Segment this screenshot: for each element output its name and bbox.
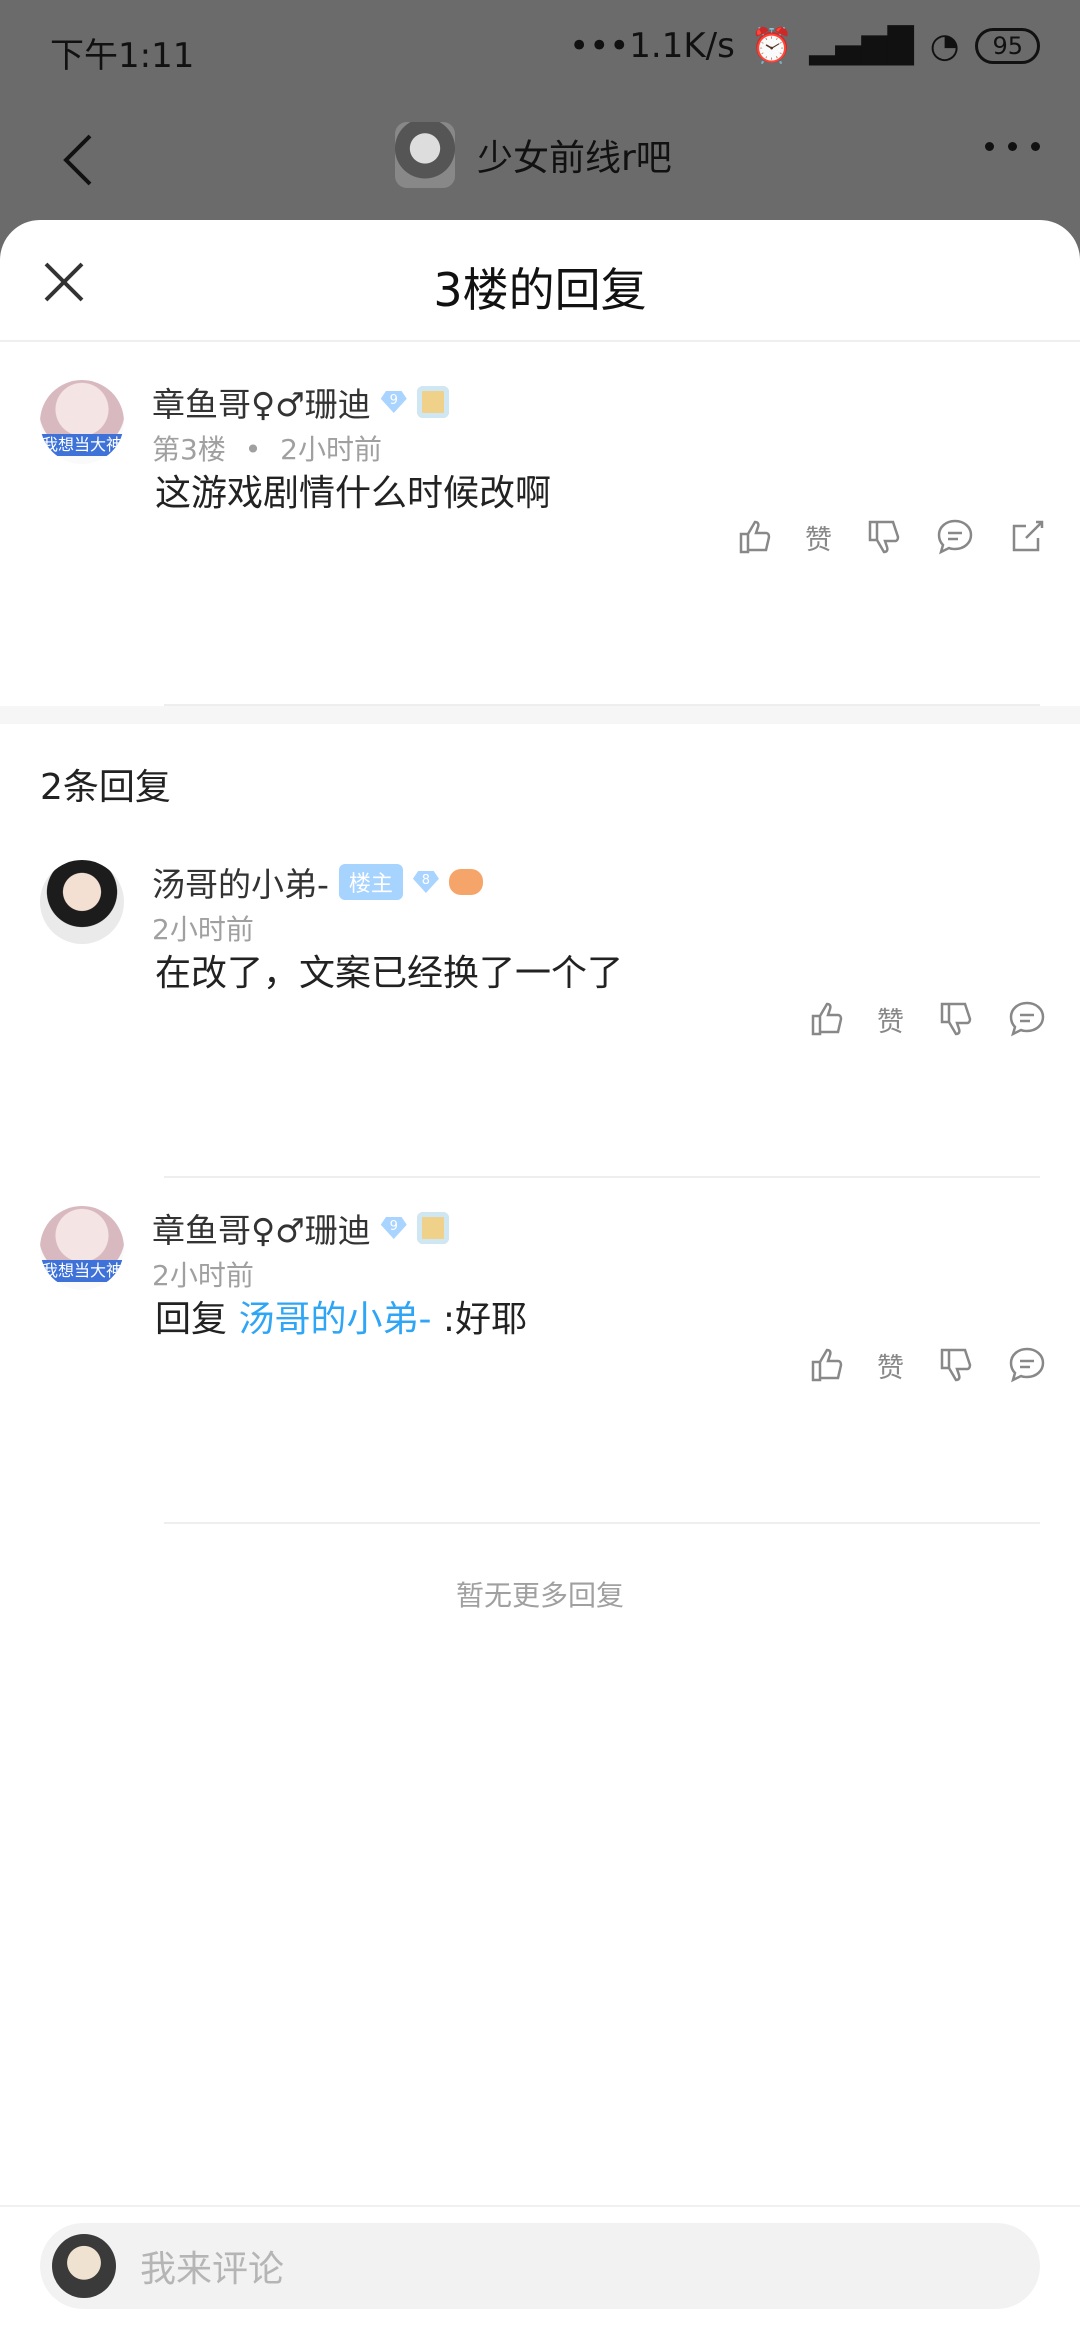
reply-content: 回复 汤哥的小弟- :好耶 — [155, 1299, 528, 1340]
like-icon[interactable] — [805, 1344, 847, 1386]
forum-avatar — [395, 122, 455, 188]
alarm-icon: ⏰ — [750, 26, 794, 66]
post-time: 2小时前 — [152, 1259, 254, 1292]
username[interactable]: 汤哥的小弟- — [152, 858, 329, 906]
forum-header: 少女前线r吧 — [0, 100, 1080, 215]
forum-title[interactable]: 少女前线r吧 — [395, 122, 672, 188]
comment-icon[interactable] — [1006, 1344, 1048, 1386]
like-label[interactable]: 赞 — [877, 1346, 904, 1385]
mention-link[interactable]: 汤哥的小弟- — [238, 1299, 431, 1340]
like-label[interactable]: 赞 — [877, 1000, 904, 1039]
avatar-banner: 我想当大神 — [40, 434, 124, 456]
dislike-icon[interactable] — [934, 998, 976, 1040]
comment-icon[interactable] — [1006, 998, 1048, 1040]
post-actions: 赞 — [733, 516, 1048, 558]
level-badge-icon: 9 — [380, 391, 407, 413]
back-icon[interactable] — [52, 130, 112, 190]
signal-icon: ▂▄▆█ — [809, 26, 914, 66]
section-gap — [0, 706, 1080, 724]
forum-name: 少女前线r吧 — [477, 138, 672, 179]
reply-actions: 赞 — [805, 998, 1048, 1040]
reply-sheet: 3楼的回复 我想当大神 章鱼哥♀♂珊迪 9 第3楼 • 2小时前 这游戏剧情什么… — [0, 220, 1080, 2340]
no-more-replies: 暂无更多回复 — [455, 1579, 624, 1612]
reply-item: 我想当大神 章鱼哥♀♂珊迪 9 2小时前 回复 汤哥的小弟- :好耶 赞 — [0, 1186, 1080, 1416]
like-label[interactable]: 赞 — [805, 518, 832, 557]
comment-placeholder: 我来评论 — [140, 2249, 285, 2290]
wifi-icon: ◔ — [929, 26, 960, 66]
more-icon[interactable] — [985, 142, 1040, 151]
divider — [164, 1176, 1040, 1178]
dislike-icon[interactable] — [934, 1344, 976, 1386]
floor-number: 第3楼 — [152, 433, 226, 466]
divider — [164, 1522, 1040, 1524]
comment-bar: 我来评论 — [0, 2205, 1080, 2340]
medal-icon — [416, 386, 449, 418]
owner-tag: 楼主 — [338, 864, 403, 900]
battery-indicator: 95 — [975, 28, 1040, 64]
avatar-banner: 我想当大神 — [40, 1260, 124, 1282]
reply-content: 在改了，文案已经换了一个了 — [155, 953, 624, 994]
username-row: 章鱼哥♀♂珊迪 9 — [152, 378, 449, 426]
level-badge-icon: 9 — [380, 1217, 407, 1239]
game-badge-icon — [448, 869, 483, 895]
like-icon[interactable] — [733, 516, 775, 558]
comment-icon[interactable] — [934, 516, 976, 558]
username[interactable]: 章鱼哥♀♂珊迪 — [152, 1204, 371, 1252]
like-icon[interactable] — [805, 998, 847, 1040]
replies-count-title: 2条回复 — [40, 767, 171, 808]
avatar[interactable]: 我想当大神 — [40, 380, 124, 464]
avatar[interactable]: 我想当大神 — [40, 1206, 124, 1290]
username-row: 章鱼哥♀♂珊迪 9 — [152, 1204, 449, 1252]
post-meta: 第3楼 • 2小时前 — [152, 433, 382, 466]
avatar[interactable] — [40, 860, 124, 944]
share-icon[interactable] — [1006, 516, 1048, 558]
medal-icon — [416, 1212, 449, 1244]
comment-input[interactable]: 我来评论 — [40, 2223, 1040, 2309]
post-time: 2小时前 — [152, 913, 254, 946]
status-right: •••1.1K/s ⏰ ▂▄▆█ ◔ 95 — [569, 26, 1040, 66]
post-content: 这游戏剧情什么时候改啊 — [155, 473, 552, 514]
avatar — [52, 2234, 116, 2298]
username-row: 汤哥的小弟- 楼主 8 — [152, 858, 483, 906]
sheet-title: 3楼的回复 — [433, 263, 647, 317]
dislike-icon[interactable] — [862, 516, 904, 558]
reply-item: 汤哥的小弟- 楼主 8 2小时前 在改了，文案已经换了一个了 赞 — [0, 840, 1080, 1070]
status-bar: 下午1:11 •••1.1K/s ⏰ ▂▄▆█ ◔ 95 — [0, 0, 1080, 100]
status-time: 下午1:11 — [50, 36, 195, 76]
reply-actions: 赞 — [805, 1344, 1048, 1386]
sheet-header: 3楼的回复 — [0, 220, 1080, 342]
post-time: 2小时前 — [280, 433, 382, 466]
level-badge-icon: 8 — [412, 871, 439, 893]
username[interactable]: 章鱼哥♀♂珊迪 — [152, 378, 371, 426]
network-speed: •••1.1K/s — [569, 26, 735, 66]
main-post: 我想当大神 章鱼哥♀♂珊迪 9 第3楼 • 2小时前 这游戏剧情什么时候改啊 赞 — [0, 340, 1080, 570]
